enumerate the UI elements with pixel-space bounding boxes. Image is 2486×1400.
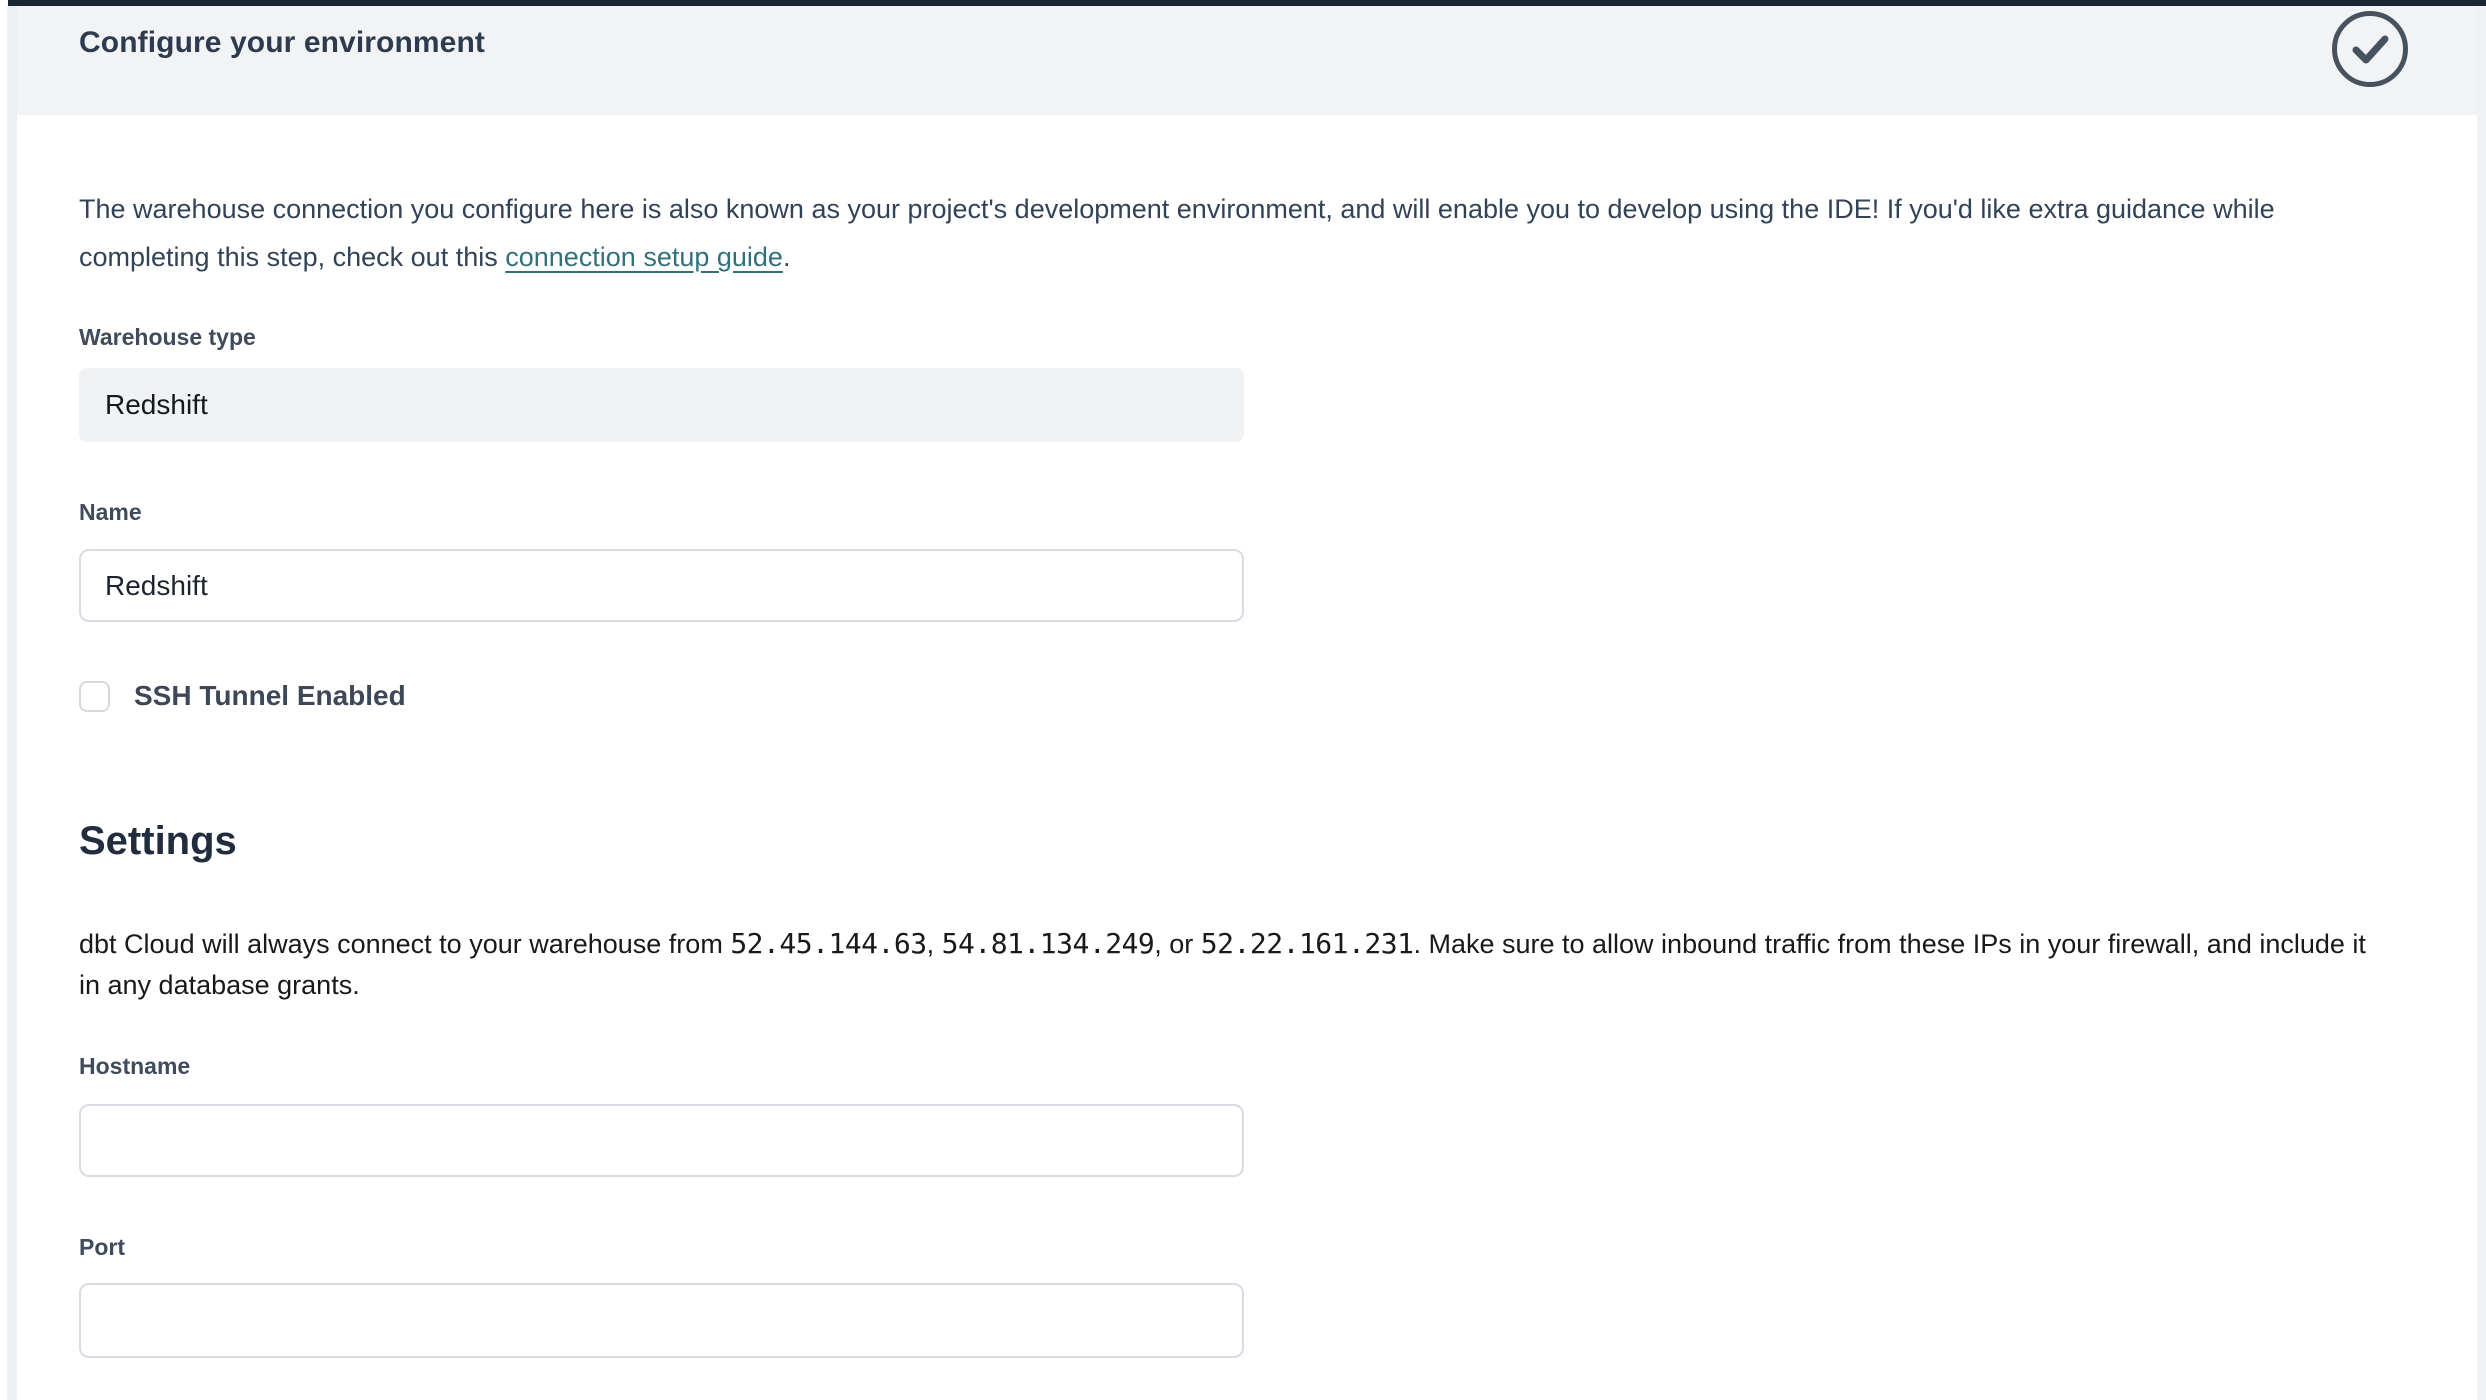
page-title: Configure your environment (79, 26, 485, 60)
port-group: Port (79, 1232, 2387, 1358)
ip-notice-paragraph: dbt Cloud will always connect to your wa… (79, 923, 2387, 1006)
app-top-bar (8, 0, 2486, 6)
warehouse-type-field: Redshift (79, 368, 1244, 442)
connection-setup-guide-link[interactable]: connection setup guide (505, 242, 783, 272)
intro-paragraph: The warehouse connection you configure h… (79, 185, 2387, 281)
port-label: Port (79, 1232, 2387, 1262)
panel-header: Configure your environment (17, 6, 2477, 115)
intro-text-before: The warehouse connection you configure h… (79, 194, 2275, 272)
warehouse-type-label: Warehouse type (79, 322, 2387, 352)
scrollbar-track[interactable] (2477, 6, 2486, 1400)
warehouse-type-group: Warehouse type Redshift (79, 322, 2387, 442)
warehouse-type-value: Redshift (105, 389, 208, 421)
ip-address-2: 54.81.134.249 (942, 927, 1155, 960)
hostname-group: Hostname (79, 1051, 2387, 1177)
ip-sep-2: , or (1154, 929, 1201, 959)
name-label: Name (79, 497, 2387, 527)
ssh-tunnel-checkbox[interactable] (79, 681, 110, 712)
name-group: Name (79, 497, 2387, 622)
ssh-tunnel-row: SSH Tunnel Enabled (79, 680, 2387, 712)
page-background-left (7, 6, 17, 1400)
panel-body: The warehouse connection you configure h… (17, 115, 2477, 1358)
configure-environment-panel: Configure your environment The warehouse… (17, 6, 2477, 1400)
ip-notice-before: dbt Cloud will always connect to your wa… (79, 929, 730, 959)
step-complete-check-icon (2330, 9, 2410, 89)
ssh-tunnel-label: SSH Tunnel Enabled (134, 680, 406, 712)
name-input[interactable] (79, 549, 1244, 622)
intro-text-after: . (783, 242, 791, 272)
hostname-input[interactable] (79, 1104, 1244, 1177)
hostname-label: Hostname (79, 1051, 2387, 1081)
ip-address-3: 52.22.161.231 (1201, 927, 1414, 960)
ip-address-1: 52.45.144.63 (730, 927, 926, 960)
ip-sep-1: , (927, 929, 942, 959)
settings-heading: Settings (79, 818, 2387, 864)
port-input[interactable] (79, 1283, 1244, 1358)
